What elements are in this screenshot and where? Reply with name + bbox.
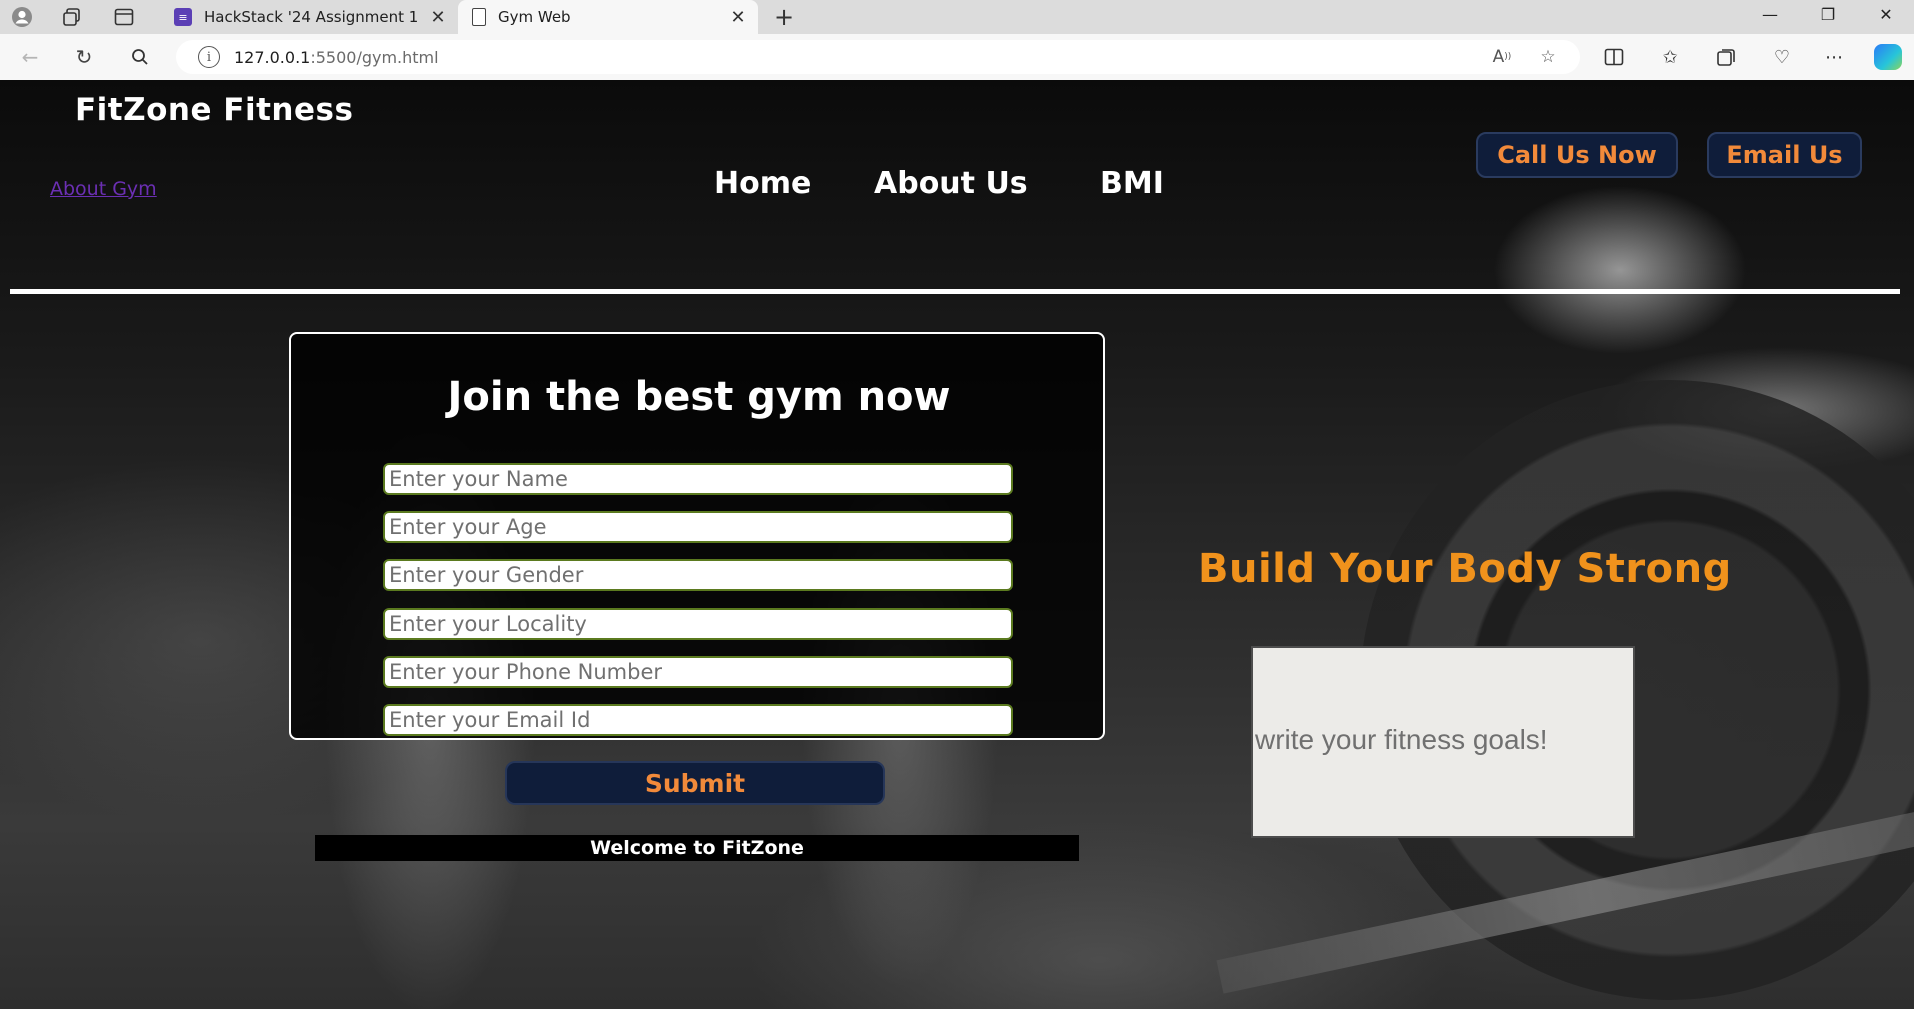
- call-us-button[interactable]: Call Us Now: [1476, 132, 1678, 178]
- favorites-icon[interactable]: ✩: [1654, 42, 1686, 72]
- close-window-button[interactable]: ✕: [1858, 0, 1914, 28]
- url-host: 127.0.0.1: [234, 47, 311, 67]
- about-gym-link[interactable]: About Gym: [50, 178, 157, 200]
- tab-actions-icon[interactable]: [110, 4, 138, 30]
- favorite-star-icon[interactable]: ☆: [1534, 44, 1562, 70]
- tab-title: Gym Web: [498, 8, 571, 26]
- nav-about-us[interactable]: About Us: [874, 166, 1028, 201]
- header-divider: [10, 289, 1900, 294]
- address-bar[interactable]: i 127.0.0.1:5500/gym.html A)) ☆: [176, 40, 1580, 74]
- url-path: :5500/gym.html: [310, 47, 439, 67]
- copilot-icon[interactable]: [1874, 44, 1902, 70]
- forms-icon: ≡: [174, 8, 192, 26]
- tab-gym-web[interactable]: Gym Web ✕: [458, 0, 758, 34]
- read-aloud-icon[interactable]: A)): [1488, 44, 1516, 70]
- new-tab-button[interactable]: +: [768, 2, 800, 32]
- more-options-icon[interactable]: ⋯: [1818, 42, 1850, 72]
- name-input[interactable]: [383, 463, 1013, 495]
- browser-toolbar: ← ↻ i 127.0.0.1:5500/gym.html A)) ☆ ✩ ♡ …: [0, 34, 1914, 80]
- close-icon[interactable]: ✕: [726, 7, 750, 28]
- browser-essentials-icon[interactable]: ♡: [1766, 42, 1798, 72]
- split-screen-icon[interactable]: [1598, 42, 1630, 72]
- site-info-icon[interactable]: i: [198, 46, 220, 68]
- headline: Build Your Body Strong: [1198, 546, 1732, 592]
- tab-title: HackStack '24 Assignment 1: [204, 8, 419, 26]
- search-icon[interactable]: [124, 42, 156, 72]
- page-viewport: FitZone Fitness About Gym Home About Us …: [0, 80, 1914, 1009]
- profile-icon[interactable]: [8, 4, 36, 30]
- refresh-icon[interactable]: ↻: [68, 42, 100, 72]
- restore-button[interactable]: ❐: [1800, 0, 1856, 28]
- workspaces-icon[interactable]: [58, 4, 86, 30]
- back-icon[interactable]: ←: [14, 42, 46, 72]
- email-us-button[interactable]: Email Us: [1707, 132, 1862, 178]
- tab-hackstack[interactable]: ≡ HackStack '24 Assignment 1 ✕: [160, 0, 458, 34]
- minimize-button[interactable]: —: [1742, 0, 1798, 28]
- close-icon[interactable]: ✕: [426, 7, 450, 28]
- signup-form: Join the best gym now: [289, 332, 1105, 740]
- url-text: 127.0.0.1:5500/gym.html: [234, 48, 439, 67]
- phone-input[interactable]: [383, 656, 1013, 688]
- brand-logo-text: FitZone Fitness: [75, 92, 354, 128]
- email-input[interactable]: [383, 704, 1013, 736]
- gender-input[interactable]: [383, 559, 1013, 591]
- browser-tab-bar: ≡ HackStack '24 Assignment 1 ✕ Gym Web ✕…: [0, 0, 1914, 34]
- locality-input[interactable]: [383, 608, 1013, 640]
- collections-icon[interactable]: [1710, 42, 1742, 72]
- form-title: Join the best gym now: [447, 374, 951, 420]
- submit-button[interactable]: Submit: [505, 761, 885, 805]
- nav-bmi[interactable]: BMI: [1100, 166, 1164, 201]
- welcome-banner: Welcome to FitZone: [315, 835, 1079, 861]
- fitness-goals-textarea[interactable]: [1251, 646, 1635, 838]
- age-input[interactable]: [383, 511, 1013, 543]
- page-icon: [472, 8, 486, 26]
- nav-home[interactable]: Home: [714, 166, 811, 201]
